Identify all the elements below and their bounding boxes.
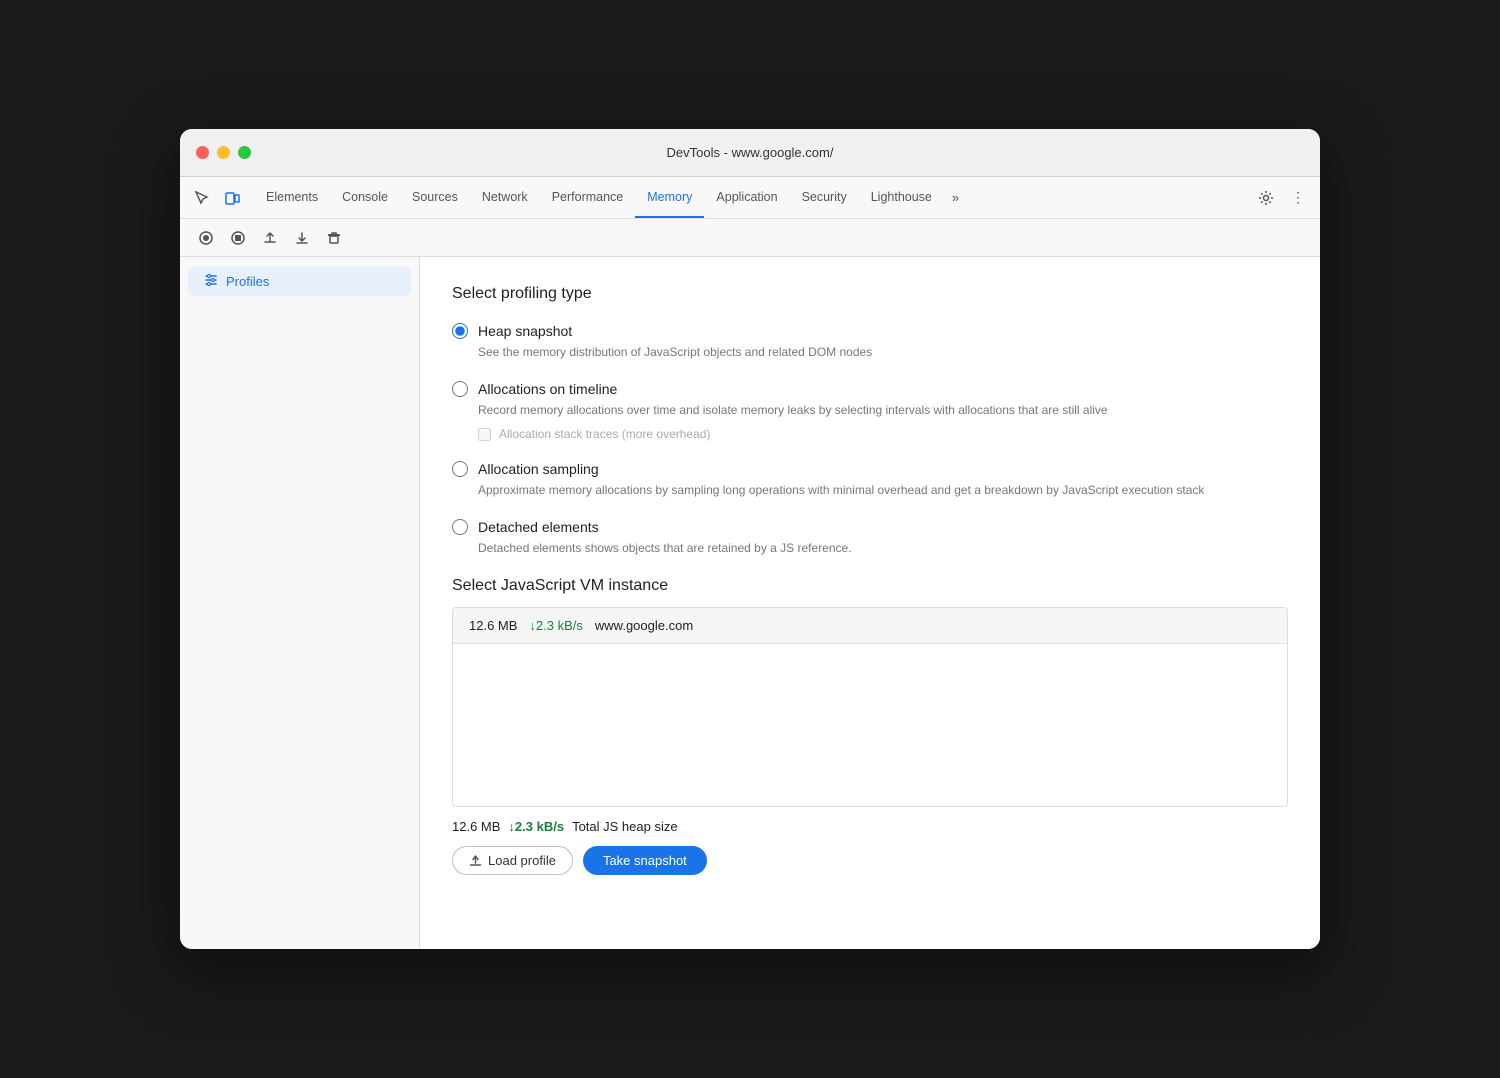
tab-lighthouse[interactable]: Lighthouse [859, 177, 944, 218]
heap-snapshot-label[interactable]: Heap snapshot [478, 323, 572, 339]
detached-option: Detached elements Detached elements show… [452, 519, 1288, 557]
heap-snapshot-option: Heap snapshot See the memory distributio… [452, 323, 1288, 361]
tab-performance[interactable]: Performance [540, 177, 636, 218]
total-label: Total JS heap size [572, 819, 678, 834]
window-title: DevTools - www.google.com/ [667, 145, 834, 160]
traffic-lights [196, 146, 251, 159]
detached-radio[interactable] [452, 519, 468, 535]
load-profile-label: Load profile [488, 853, 556, 868]
sampling-header: Allocation sampling [452, 461, 1288, 477]
total-rate: ↓2.3 kB/s [508, 819, 564, 834]
inspect-icon[interactable] [188, 184, 216, 212]
take-snapshot-label: Take snapshot [603, 853, 687, 868]
sampling-desc: Approximate memory allocations by sampli… [478, 481, 1288, 499]
upload-arrow-icon [469, 854, 482, 867]
timeline-label[interactable]: Allocations on timeline [478, 381, 617, 397]
minimize-button[interactable] [217, 146, 230, 159]
tab-bar: Elements Console Sources Network Perform… [254, 177, 1252, 218]
load-profile-button[interactable]: Load profile [452, 846, 573, 875]
tab-memory[interactable]: Memory [635, 177, 704, 218]
clear-icon[interactable] [320, 224, 348, 252]
detached-header: Detached elements [452, 519, 1288, 535]
bottom-stats: 12.6 MB ↓2.3 kB/s Total JS heap size [452, 819, 1288, 834]
bottom-buttons: Load profile Take snapshot [452, 846, 1288, 875]
bottom-bar: 12.6 MB ↓2.3 kB/s Total JS heap size Loa… [452, 807, 1288, 875]
vm-section-title: Select JavaScript VM instance [452, 577, 1288, 595]
profiling-type-title: Select profiling type [452, 285, 1288, 303]
vm-instance-row[interactable]: 12.6 MB ↓2.3 kB/s www.google.com [453, 608, 1287, 644]
toolbar-icons [188, 184, 246, 212]
tab-sources[interactable]: Sources [400, 177, 470, 218]
timeline-option: Allocations on timeline Record memory al… [452, 381, 1288, 441]
tab-application[interactable]: Application [704, 177, 789, 218]
heap-snapshot-desc: See the memory distribution of JavaScrip… [478, 343, 1288, 361]
tab-elements[interactable]: Elements [254, 177, 330, 218]
titlebar: DevTools - www.google.com/ [180, 129, 1320, 177]
tab-network[interactable]: Network [470, 177, 540, 218]
sampling-radio[interactable] [452, 461, 468, 477]
download-icon[interactable] [288, 224, 316, 252]
vm-instance-box[interactable]: 12.6 MB ↓2.3 kB/s www.google.com [452, 607, 1288, 807]
main-content: Profiles Select profiling type Heap snap… [180, 257, 1320, 949]
maximize-button[interactable] [238, 146, 251, 159]
sliders-icon [204, 273, 218, 290]
record-icon[interactable] [192, 224, 220, 252]
allocation-stack-label: Allocation stack traces (more overhead) [499, 427, 710, 441]
detached-desc: Detached elements shows objects that are… [478, 539, 1288, 557]
tab-console[interactable]: Console [330, 177, 400, 218]
tab-security[interactable]: Security [790, 177, 859, 218]
timeline-desc: Record memory allocations over time and … [478, 401, 1288, 419]
toolbar-right: ⋮ [1252, 184, 1312, 212]
timeline-radio[interactable] [452, 381, 468, 397]
more-tabs-button[interactable]: » [944, 190, 967, 205]
vm-memory: 12.6 MB [469, 618, 517, 633]
sampling-option: Allocation sampling Approximate memory a… [452, 461, 1288, 499]
heap-snapshot-radio[interactable] [452, 323, 468, 339]
more-options-icon[interactable]: ⋮ [1284, 184, 1312, 212]
stop-icon[interactable] [224, 224, 252, 252]
sidebar: Profiles [180, 257, 420, 949]
devtools-window: DevTools - www.google.com/ Elements Cons… [180, 129, 1320, 949]
device-icon[interactable] [218, 184, 246, 212]
settings-icon[interactable] [1252, 184, 1280, 212]
sampling-label[interactable]: Allocation sampling [478, 461, 599, 477]
close-button[interactable] [196, 146, 209, 159]
sub-toolbar [180, 219, 1320, 257]
content-panel: Select profiling type Heap snapshot See … [420, 257, 1320, 949]
sidebar-item-label: Profiles [226, 274, 269, 289]
vm-rate: ↓2.3 kB/s [529, 618, 582, 633]
total-memory: 12.6 MB [452, 819, 500, 834]
allocation-stack-checkbox[interactable] [478, 428, 491, 441]
upload-icon[interactable] [256, 224, 284, 252]
vm-url: www.google.com [595, 618, 693, 633]
timeline-header: Allocations on timeline [452, 381, 1288, 397]
take-snapshot-button[interactable]: Take snapshot [583, 846, 707, 875]
detached-label[interactable]: Detached elements [478, 519, 599, 535]
allocation-stack-row: Allocation stack traces (more overhead) [478, 427, 1288, 441]
main-toolbar: Elements Console Sources Network Perform… [180, 177, 1320, 219]
sidebar-item-profiles[interactable]: Profiles [188, 267, 411, 296]
heap-snapshot-header: Heap snapshot [452, 323, 1288, 339]
